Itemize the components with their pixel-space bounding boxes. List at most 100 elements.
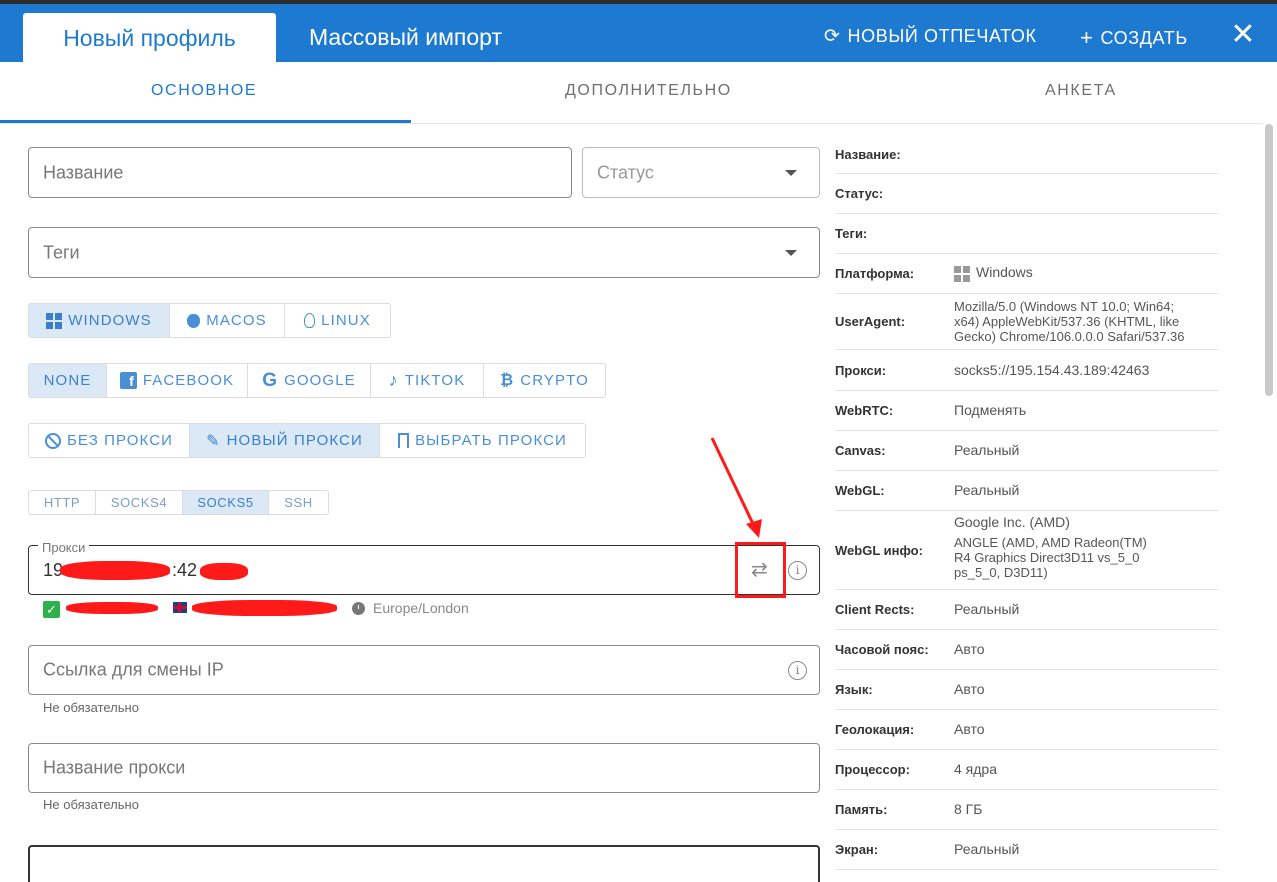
- summary-webgl-info-label: WebGL инфо:: [835, 542, 923, 558]
- tags-select[interactable]: Теги: [28, 227, 820, 278]
- annotation-arrow: [710, 437, 762, 538]
- summary-tags-label: Теги:: [835, 226, 868, 241]
- os-macos-label: MACOS: [206, 312, 267, 329]
- bookmark-icon: [398, 433, 410, 448]
- proxy-name-input[interactable]: Название прокси: [28, 743, 820, 793]
- scrollbar-thumb[interactable]: [1265, 124, 1273, 396]
- summary-webrtc-label: WebRTC:: [835, 403, 894, 418]
- summary-language-label: Язык:: [835, 682, 873, 697]
- timezone-indicator: Europe/London: [352, 600, 469, 616]
- clock-icon: [352, 601, 365, 615]
- linux-icon: [304, 313, 316, 328]
- timezone-text: Europe/London: [373, 600, 469, 616]
- protocol-socks5-button[interactable]: SOCKS5: [183, 491, 269, 514]
- create-button[interactable]: + СОЗДАТЬ: [1080, 25, 1188, 51]
- os-windows-label: WINDOWS: [68, 312, 152, 329]
- preset-none-label: NONE: [43, 372, 92, 389]
- summary-row-webgl: WebGL: Реальный: [835, 471, 1218, 511]
- new-fingerprint-button[interactable]: ⟳ НОВЫЙ ОТПЕЧАТОК: [824, 25, 1037, 48]
- redaction-mark: [192, 600, 337, 616]
- swap-icon[interactable]: ⇄: [751, 557, 768, 582]
- notes-textarea[interactable]: [28, 845, 820, 882]
- preset-tiktok-button[interactable]: ♪ TIKTOK: [371, 364, 484, 397]
- name-placeholder: Название: [43, 162, 124, 182]
- summary-row-cpu: Процессор: 4 ядра: [835, 750, 1218, 790]
- protocol-ssh-button[interactable]: SSH: [269, 491, 328, 514]
- tab-questionnaire[interactable]: АНКЕТА: [1045, 82, 1117, 100]
- new-fingerprint-label: НОВЫЙ ОТПЕЧАТОК: [847, 26, 1037, 46]
- summary-timezone-value: Авто: [954, 641, 985, 657]
- summary-row-language: Язык: Авто: [835, 670, 1218, 710]
- os-linux-button[interactable]: LINUX: [285, 304, 390, 337]
- protocol-selector: HTTP SOCKS4 SOCKS5 SSH: [28, 490, 329, 515]
- select-proxy-button[interactable]: ВЫБРАТЬ ПРОКСИ: [380, 424, 585, 457]
- summary-geo-label: Геолокация:: [835, 722, 915, 737]
- no-proxy-label: БЕЗ ПРОКСИ: [66, 432, 174, 449]
- status-select[interactable]: Статус: [582, 147, 820, 198]
- summary-row-screen: Экран: Реальный: [835, 830, 1218, 870]
- ip-change-link-input[interactable]: Ссылка для смены IP i: [28, 645, 820, 695]
- block-icon: [44, 432, 61, 449]
- new-proxy-label: НОВЫЙ ПРОКСИ: [226, 432, 363, 449]
- preset-selector: NONE f FACEBOOK G GOOGLE ♪ TIKTOK ₿ CRYP…: [28, 363, 606, 398]
- section-tabs: ОСНОВНОЕ ДОПОЛНИТЕЛЬНО АНКЕТА: [0, 62, 1263, 124]
- summary-timezone-label: Часовой пояс:: [835, 642, 929, 657]
- preset-facebook-button[interactable]: f FACEBOOK: [107, 364, 248, 397]
- chevron-down-icon: [785, 249, 797, 256]
- protocol-http-button[interactable]: HTTP: [29, 491, 96, 514]
- new-profile-dialog: Новый профиль Массовый импорт ⟳ НОВЫЙ ОТ…: [0, 0, 1277, 882]
- tab-mass-import[interactable]: Массовый импорт: [309, 24, 502, 51]
- protocol-socks5-label: SOCKS5: [197, 495, 254, 510]
- preset-google-button[interactable]: G GOOGLE: [248, 364, 371, 397]
- summary-webgl-label: WebGL:: [835, 483, 885, 498]
- refresh-icon: ⟳: [824, 26, 841, 47]
- no-proxy-button[interactable]: БЕЗ ПРОКСИ: [29, 424, 190, 457]
- status-placeholder: Статус: [597, 162, 654, 182]
- summary-webgl-info-value: Google Inc. (AMD) ANGLE (AMD, AMD Radeon…: [954, 514, 1147, 581]
- summary-row-webrtc: WebRTC: Подменять: [835, 391, 1218, 431]
- preset-crypto-label: CRYPTO: [520, 372, 589, 389]
- summary-memory-label: Память:: [835, 802, 888, 817]
- summary-geo-value: Авто: [954, 721, 985, 737]
- summary-row-webgl-info: WebGL инфо: Google Inc. (AMD) ANGLE (AMD…: [835, 511, 1218, 590]
- active-tab-indicator: [0, 120, 411, 123]
- summary-row-timezone: Часовой пояс: Авто: [835, 630, 1218, 670]
- protocol-http-label: HTTP: [43, 495, 81, 510]
- summary-client-rects-value: Реальный: [954, 601, 1020, 617]
- os-macos-button[interactable]: MACOS: [170, 304, 285, 337]
- summary-row-platform: Платформа: Windows: [835, 254, 1218, 294]
- ip-change-placeholder: Ссылка для смены IP: [43, 659, 224, 680]
- preset-crypto-button[interactable]: ₿ CRYPTO: [484, 364, 605, 397]
- summary-webrtc-value: Подменять: [954, 402, 1027, 418]
- proxy-name-placeholder: Название прокси: [43, 757, 186, 778]
- tab-advanced[interactable]: ДОПОЛНИТЕЛЬНО: [565, 82, 732, 100]
- summary-canvas-value: Реальный: [954, 442, 1020, 458]
- summary-memory-value: 8 ГБ: [954, 801, 983, 817]
- proxy-mode-selector: БЕЗ ПРОКСИ ✎ НОВЫЙ ПРОКСИ ВЫБРАТЬ ПРОКСИ: [28, 423, 586, 458]
- summary-ua-value: Mozilla/5.0 (Windows NT 10.0; Win64; x64…: [954, 299, 1185, 344]
- ua-line-2: x64) AppleWebKit/537.36 (KHTML, like: [954, 314, 1180, 329]
- info-icon[interactable]: i: [788, 561, 807, 580]
- tab-new-profile[interactable]: Новый профиль: [23, 13, 276, 63]
- summary-webgl-value: Реальный: [954, 482, 1020, 498]
- summary-screen-label: Экран:: [835, 842, 879, 857]
- platform-name: Windows: [976, 264, 1033, 281]
- protocol-socks4-button[interactable]: SOCKS4: [96, 491, 183, 514]
- webgl-vendor: Google Inc. (AMD): [954, 514, 1070, 530]
- preset-none-button[interactable]: NONE: [29, 364, 107, 397]
- info-icon[interactable]: i: [788, 661, 807, 680]
- name-input[interactable]: Название: [28, 147, 572, 198]
- close-icon[interactable]: ✕: [1228, 20, 1258, 50]
- os-windows-button[interactable]: WINDOWS: [29, 304, 170, 337]
- summary-ua-label: UserAgent:: [835, 314, 906, 329]
- summary-screen-value: Реальный: [954, 841, 1020, 857]
- webgl-renderer-2: R4 Graphics Direct3D11 vs_5_0: [954, 550, 1140, 565]
- summary-client-rects-label: Client Rects:: [835, 602, 915, 617]
- new-proxy-button[interactable]: ✎ НОВЫЙ ПРОКСИ: [190, 424, 380, 457]
- preset-google-label: GOOGLE: [284, 372, 356, 389]
- ua-line-3: Gecko) Chrome/106.0.0.0 Safari/537.36: [954, 329, 1185, 344]
- tab-basic[interactable]: ОСНОВНОЕ: [151, 82, 257, 100]
- google-icon: G: [262, 369, 279, 391]
- ip-change-helper: Не обязательно: [43, 700, 139, 715]
- proxy-name-helper: Не обязательно: [43, 797, 139, 812]
